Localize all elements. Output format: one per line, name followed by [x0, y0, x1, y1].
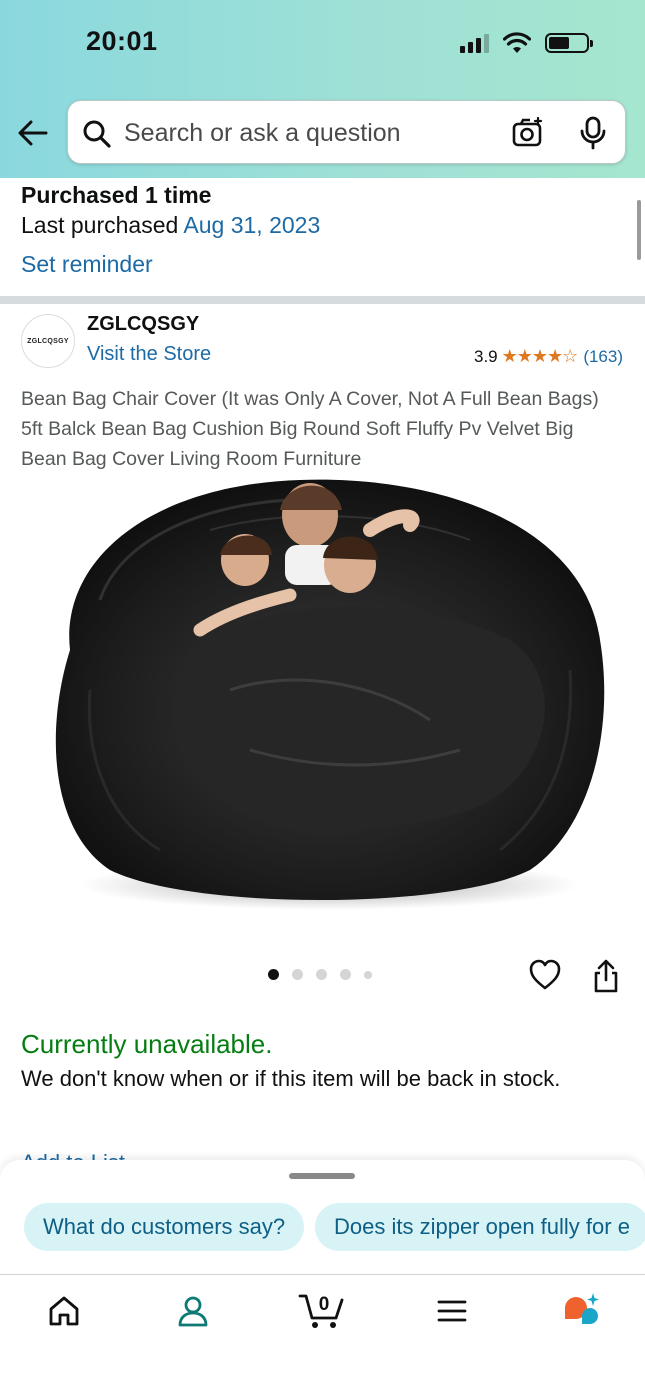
signal-icon — [460, 33, 489, 53]
carousel-dot[interactable] — [340, 969, 351, 980]
carousel-dot[interactable] — [268, 969, 279, 980]
store-logo-text: ZGLCQSGY — [27, 337, 69, 345]
search-input[interactable] — [124, 115, 494, 151]
availability-status: Currently unavailable. — [21, 1029, 273, 1059]
microphone-icon[interactable] — [578, 116, 608, 150]
product-title: Bean Bag Chair Cover (It was Only A Cove… — [21, 388, 599, 470]
share-icon[interactable] — [592, 958, 620, 994]
camera-search-icon[interactable] — [511, 116, 545, 150]
product-image[interactable] — [30, 470, 615, 920]
home-icon[interactable] — [47, 1294, 81, 1328]
carousel-dot[interactable] — [316, 969, 327, 980]
suggestions-sheet: What do customers say? Does its zipper o… — [0, 1160, 645, 1398]
search-bar[interactable] — [67, 100, 626, 164]
suggestion-chip[interactable]: Does its zipper open fully for e — [315, 1203, 645, 1251]
image-carousel-indicator[interactable] — [268, 969, 372, 980]
back-arrow-icon[interactable] — [16, 116, 50, 150]
store-name[interactable]: ZGLCQSGY — [87, 313, 199, 336]
account-icon[interactable] — [176, 1294, 210, 1328]
review-count[interactable]: (163) — [583, 347, 623, 367]
last-purchased-label: Last purchased — [21, 212, 179, 238]
availability-message: We don't know when or if this item will … — [21, 1066, 561, 1091]
wifi-icon — [503, 32, 531, 53]
rating-summary[interactable]: 3.9 ★★★★☆ (163) — [474, 346, 623, 367]
menu-icon[interactable] — [437, 1294, 467, 1328]
carousel-dot[interactable] — [292, 969, 303, 980]
last-purchased-date[interactable]: Aug 31, 2023 — [183, 212, 320, 238]
star-rating-icon: ★★★★☆ — [501, 346, 579, 366]
app-header: 20:01 — [0, 0, 645, 178]
status-time: 20:01 — [86, 26, 158, 56]
carousel-dot[interactable] — [364, 970, 372, 979]
rufus-icon[interactable] — [562, 1292, 600, 1330]
last-purchased: Last purchased Aug 31, 2023 — [21, 212, 320, 239]
purchase-count: Purchased 1 time — [21, 182, 212, 208]
set-reminder-link[interactable]: Set reminder — [21, 251, 153, 278]
rating-value: 3.9 — [473, 346, 498, 366]
store-logo[interactable]: ZGLCQSGY — [21, 314, 75, 368]
cart-icon[interactable]: 0 — [298, 1288, 346, 1330]
nav-divider — [0, 1274, 645, 1275]
cart-count-badge: 0 — [319, 1294, 330, 1315]
section-divider — [0, 296, 645, 304]
suggestion-chip[interactable]: What do customers say? — [24, 1203, 305, 1251]
heart-icon[interactable] — [528, 958, 562, 992]
status-icons — [460, 32, 593, 54]
visit-store-link[interactable]: Visit the Store — [87, 343, 211, 366]
scrollbar[interactable] — [637, 200, 641, 260]
sheet-drag-handle[interactable] — [289, 1173, 355, 1179]
search-icon — [83, 120, 111, 148]
battery-icon — [545, 33, 593, 53]
